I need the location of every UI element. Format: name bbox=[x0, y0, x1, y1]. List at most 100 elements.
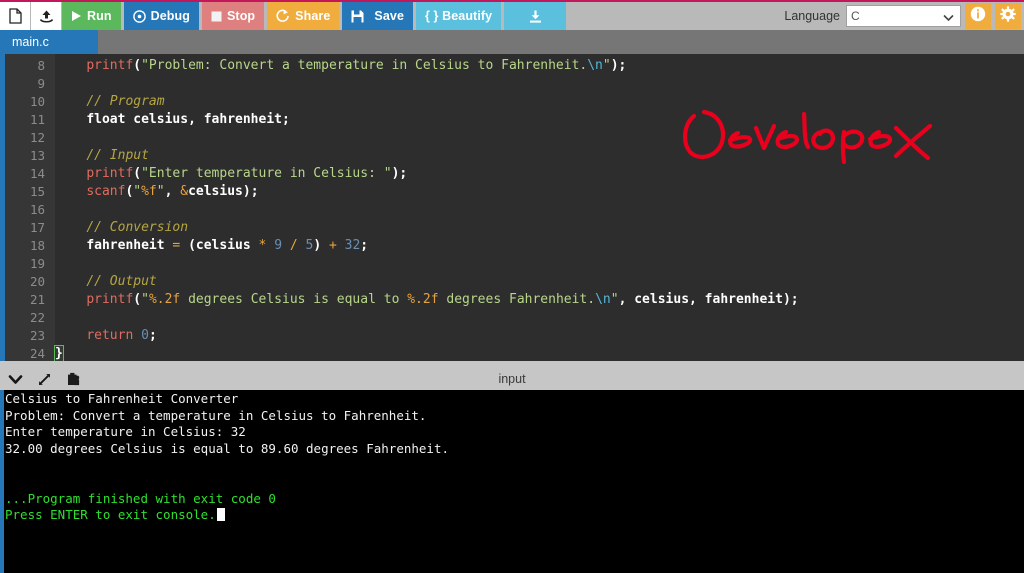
code-line: fahrenheit = (celsius * 9 / 5) + 32; bbox=[55, 237, 368, 255]
debug-button[interactable]: Debug bbox=[123, 2, 199, 30]
share-button[interactable]: Share bbox=[267, 2, 340, 30]
floppy-icon bbox=[351, 10, 364, 23]
line-number: 23 bbox=[29, 328, 45, 343]
new-file-button[interactable] bbox=[0, 2, 30, 30]
line-number: 20 bbox=[29, 274, 45, 289]
language-label: Language bbox=[784, 9, 840, 23]
code-token: printf bbox=[86, 292, 134, 307]
code-content[interactable]: printf("Problem: Convert a temperature i… bbox=[54, 54, 1024, 368]
code-line: // Input bbox=[55, 147, 149, 165]
share-icon bbox=[276, 9, 290, 23]
code-token: ; bbox=[360, 238, 369, 253]
stop-icon bbox=[211, 11, 222, 22]
line-number: 18 bbox=[29, 238, 45, 253]
code-token: " bbox=[133, 184, 142, 199]
code-token: " bbox=[141, 292, 149, 307]
console-text: Celsius to Fahrenheit Converter Problem: … bbox=[5, 391, 1024, 524]
code-token: celsius, fahrenheit; bbox=[125, 112, 290, 127]
code-token: %.2f bbox=[148, 292, 181, 307]
console-line: Enter temperature in Celsius: 32 bbox=[5, 424, 246, 440]
upload-icon bbox=[39, 9, 54, 24]
code-token: // Output bbox=[86, 274, 157, 289]
code-editor[interactable]: 8 9 10 11 12 13 14 15 16 17 18 19 20 21 22 23 24 printf(… bbox=[0, 54, 1024, 368]
code-token: fahrenheit bbox=[86, 238, 165, 253]
code-line: scanf("%f", &celsius); bbox=[55, 183, 259, 201]
toolbar: Run Debug Stop Share Save {} Beautify L… bbox=[0, 0, 1024, 30]
code-token: ) bbox=[313, 238, 329, 253]
code-token: return bbox=[86, 328, 134, 343]
code-token: & bbox=[180, 184, 189, 199]
code-line: printf("Enter temperature in Celsius: ")… bbox=[55, 165, 407, 183]
code-token: "Enter temperature in Celsius: " bbox=[141, 166, 392, 181]
console-line: Press ENTER to exit console. bbox=[5, 507, 1024, 524]
code-token: \n bbox=[595, 292, 611, 307]
code-token: float bbox=[86, 112, 126, 127]
share-button-label: Share bbox=[295, 9, 331, 23]
code-token: printf bbox=[86, 58, 134, 73]
line-number: 10 bbox=[29, 94, 45, 109]
info-icon bbox=[970, 6, 986, 27]
editor-horizontal-scrollbar[interactable] bbox=[0, 361, 1024, 368]
console-left-accent bbox=[0, 390, 4, 573]
code-token: // Program bbox=[86, 94, 165, 109]
toolbar-button-group: Run Debug Stop Share Save {} Beautify bbox=[0, 2, 569, 30]
info-button[interactable] bbox=[965, 3, 991, 29]
upload-button[interactable] bbox=[31, 2, 61, 30]
language-select-value: C bbox=[851, 9, 860, 23]
code-token: " bbox=[610, 292, 619, 307]
code-token: 9 bbox=[274, 238, 283, 253]
code-line: printf("Problem: Convert a temperature i… bbox=[55, 57, 626, 75]
code-token: ); bbox=[610, 58, 627, 73]
language-select[interactable]: C bbox=[846, 5, 961, 27]
run-button[interactable]: Run bbox=[62, 2, 121, 30]
code-token: , bbox=[164, 184, 181, 199]
beautify-button[interactable]: { } Beautify bbox=[416, 2, 502, 30]
code-token: %.2f bbox=[407, 292, 439, 307]
settings-button[interactable] bbox=[995, 3, 1021, 29]
code-token: 0 bbox=[141, 328, 149, 343]
console-panel-title: input bbox=[498, 372, 526, 386]
tab-bar: main.c bbox=[0, 30, 1024, 54]
code-line: // Program bbox=[55, 93, 165, 111]
code-token: 32 bbox=[344, 238, 361, 253]
code-token: ); bbox=[242, 184, 259, 199]
chevron-down-icon bbox=[943, 11, 954, 25]
console-panel-header: input bbox=[0, 368, 1024, 390]
download-button[interactable] bbox=[504, 2, 567, 30]
debug-button-label: Debug bbox=[150, 9, 190, 23]
gear-icon bbox=[1000, 5, 1016, 27]
line-number: 12 bbox=[29, 130, 45, 145]
console-line: 32.00 degrees Celsius is equal to 89.60 … bbox=[5, 440, 450, 456]
code-token: / bbox=[289, 238, 298, 253]
line-number: 11 bbox=[29, 112, 45, 127]
stop-button[interactable]: Stop bbox=[202, 2, 265, 30]
code-token: + bbox=[328, 238, 337, 253]
console-cursor bbox=[216, 508, 225, 522]
code-token: ( bbox=[133, 292, 142, 307]
line-number: 14 bbox=[29, 166, 45, 181]
code-token: // Input bbox=[86, 148, 149, 163]
line-number: 17 bbox=[29, 220, 45, 235]
code-line: return 0; bbox=[55, 327, 156, 345]
file-icon bbox=[8, 8, 22, 24]
tab-main-c[interactable]: main.c bbox=[0, 30, 98, 54]
console-line: Celsius to Fahrenheit Converter bbox=[5, 391, 239, 406]
line-number: 16 bbox=[29, 202, 45, 217]
line-number: 8 bbox=[37, 58, 45, 73]
console-output-panel[interactable]: Celsius to Fahrenheit Converter Problem: … bbox=[0, 390, 1024, 573]
console-line: ...Program finished with exit code 0 bbox=[5, 490, 276, 506]
save-button[interactable]: Save bbox=[342, 2, 414, 30]
stop-button-label: Stop bbox=[227, 9, 256, 23]
